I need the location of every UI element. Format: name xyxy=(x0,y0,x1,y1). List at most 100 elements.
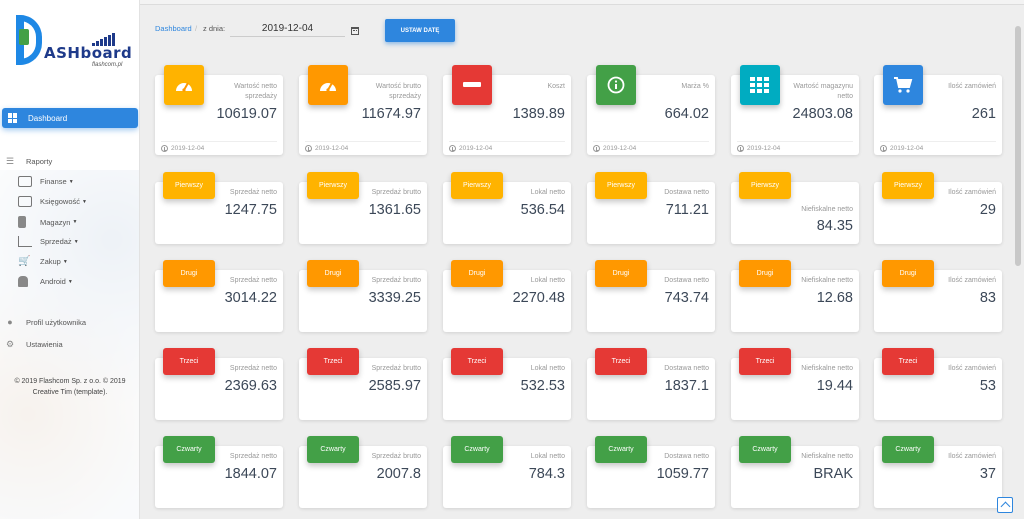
storage-icon xyxy=(18,216,26,228)
metric-card-value: 12.68 xyxy=(816,290,853,306)
metric-card-value: 84.35 xyxy=(816,218,853,234)
metric-card-label: Sprzedaż brutto xyxy=(371,189,421,196)
browser-top-strip xyxy=(0,0,1024,5)
sidebar-subitem-label: Sprzedaż xyxy=(40,237,72,246)
card-divider xyxy=(593,141,709,142)
metric-card-value: 743.74 xyxy=(664,290,709,306)
logo[interactable]: ASHboard flashcom.pl xyxy=(16,15,132,71)
period-tag: Trzeci xyxy=(307,348,359,375)
info-icon xyxy=(596,65,636,105)
summary-card-label: Wartość netto sprzedaży xyxy=(234,83,277,100)
period-tag: Drugi xyxy=(307,260,359,287)
period-tag: Pierwszy xyxy=(595,172,647,199)
metric-card-label: Lokal netto xyxy=(530,365,565,372)
metric-card-label: Lokal netto xyxy=(530,453,565,460)
sidebar-subitem-android[interactable]: Android ▼ xyxy=(18,276,73,287)
date-label: z dnia: xyxy=(203,24,226,33)
period-tag: Trzeci xyxy=(882,348,934,375)
metric-card-label: Lokal netto xyxy=(530,277,565,284)
scrollbar-thumb[interactable] xyxy=(1015,26,1021,266)
metric-card-value: 1837.1 xyxy=(664,378,709,394)
period-tag: Drugi xyxy=(451,260,503,287)
card-divider xyxy=(880,141,996,142)
sidebar-subitem-sprzedaz[interactable]: Sprzedaż ▼ xyxy=(18,236,79,247)
sidebar-subitem-zakup[interactable]: 🛒 Zakup ▼ xyxy=(18,256,68,267)
speedometer-icon xyxy=(164,65,204,105)
sidebar-item-settings[interactable]: ⚙ Ustawienia xyxy=(4,339,63,349)
metric-card-value: 1247.75 xyxy=(224,202,277,218)
sidebar-subitem-label: Magazyn xyxy=(40,217,71,227)
sidebar-item-label: Ustawienia xyxy=(26,339,63,349)
metric-card-value: 37 xyxy=(979,466,996,482)
clock-icon xyxy=(880,145,887,152)
period-tag: Czwarty xyxy=(307,436,359,463)
scroll-to-top-button[interactable] xyxy=(997,497,1013,513)
metric-card-label: Ilość zamówień xyxy=(948,277,996,284)
logo-text: ASHboard xyxy=(44,44,133,62)
set-date-button[interactable]: USTAW DATĘ xyxy=(385,19,455,42)
period-tag: Pierwszy xyxy=(163,172,215,199)
summary-card-date-text: 2019-12-04 xyxy=(890,145,924,152)
clock-icon xyxy=(593,145,600,152)
metric-card-value: 711.21 xyxy=(665,202,709,218)
sidebar-item-raporty[interactable]: ☰ Raporty xyxy=(4,156,52,166)
sidebar-subitem-label: Finanse xyxy=(40,177,67,186)
sidebar: ASHboard flashcom.pl Dashboard ☰ Raporty… xyxy=(0,0,140,519)
sidebar-subitem-ksiegowosc[interactable]: Księgowość ▼ xyxy=(18,196,87,207)
metric-card-value: 53 xyxy=(979,378,996,394)
metric-card-label: Sprzedaż netto xyxy=(229,277,277,284)
metric-card-label: Ilość zamówień xyxy=(948,453,996,460)
metric-card-value: 532.53 xyxy=(520,378,565,394)
period-tag: Drugi xyxy=(595,260,647,287)
summary-card-date: 2019-12-04 xyxy=(880,145,923,152)
summary-card-date: 2019-12-04 xyxy=(737,145,780,152)
metric-card-label: Dostawa netto xyxy=(664,365,709,372)
metric-card-label: Lokal netto xyxy=(530,189,565,196)
sidebar-item-label: Profil użytkownika xyxy=(26,317,87,327)
caret-down-icon: ▼ xyxy=(67,278,73,285)
sidebar-item-dashboard[interactable]: Dashboard xyxy=(2,108,138,128)
date-input[interactable] xyxy=(230,20,345,37)
summary-card-value: 11674.97 xyxy=(361,106,421,122)
summary-card-value: 1389.89 xyxy=(512,106,565,122)
speedometer-icon xyxy=(308,65,348,105)
period-tag: Pierwszy xyxy=(451,172,503,199)
metric-card-value: 3014.22 xyxy=(224,290,277,306)
list-icon: ☰ xyxy=(5,156,15,166)
metric-card-value: 1844.07 xyxy=(224,466,277,482)
metric-card-label: Dostawa netto xyxy=(664,189,709,196)
sidebar-subitem-magazyn[interactable]: Magazyn ▼ xyxy=(18,216,77,228)
summary-card-value: 24803.08 xyxy=(792,106,853,122)
summary-card-label: Wartość magazynu netto xyxy=(793,83,853,100)
period-tag: Czwarty xyxy=(595,436,647,463)
period-tag: Pierwszy xyxy=(739,172,791,199)
summary-card-date-text: 2019-12-04 xyxy=(171,145,205,152)
metric-card-label: Dostawa netto xyxy=(664,453,709,460)
metric-card-label: Sprzedaż netto xyxy=(229,189,277,196)
gear-icon: ⚙ xyxy=(5,339,15,349)
summary-card-date-text: 2019-12-04 xyxy=(459,145,493,152)
breadcrumb-dashboard[interactable]: Dashboard xyxy=(155,24,192,33)
metric-card-value: 83 xyxy=(979,290,996,306)
clock-icon xyxy=(161,145,168,152)
sidebar-item-profile[interactable]: ● Profil użytkownika xyxy=(4,317,86,327)
period-tag: Trzeci xyxy=(595,348,647,375)
metric-card-label: Sprzedaż netto xyxy=(229,365,277,372)
caret-down-icon: ▼ xyxy=(72,219,78,225)
caret-down-icon: ▼ xyxy=(82,198,87,205)
caret-down-icon: ▼ xyxy=(68,178,74,185)
summary-card-value: 10619.07 xyxy=(216,106,277,122)
summary-card-label: Marża % xyxy=(681,83,709,90)
calendar-icon[interactable] xyxy=(351,27,359,35)
metric-card-value: 3339.25 xyxy=(368,290,421,306)
metric-card-label: Sprzedaż brutto xyxy=(371,453,421,460)
sidebar-item-label: Raporty xyxy=(26,156,53,166)
cart-icon: 🛒 xyxy=(18,256,31,267)
logo-subtext: flashcom.pl xyxy=(92,62,123,68)
sidebar-subitem-finanse[interactable]: Finanse ▼ xyxy=(18,176,74,187)
summary-card-value: 664.02 xyxy=(664,106,709,122)
period-tag: Czwarty xyxy=(451,436,503,463)
metric-card-label: Niefiskalne netto xyxy=(801,277,853,284)
logo-green-square xyxy=(19,29,29,45)
period-tag: Drugi xyxy=(163,260,215,287)
